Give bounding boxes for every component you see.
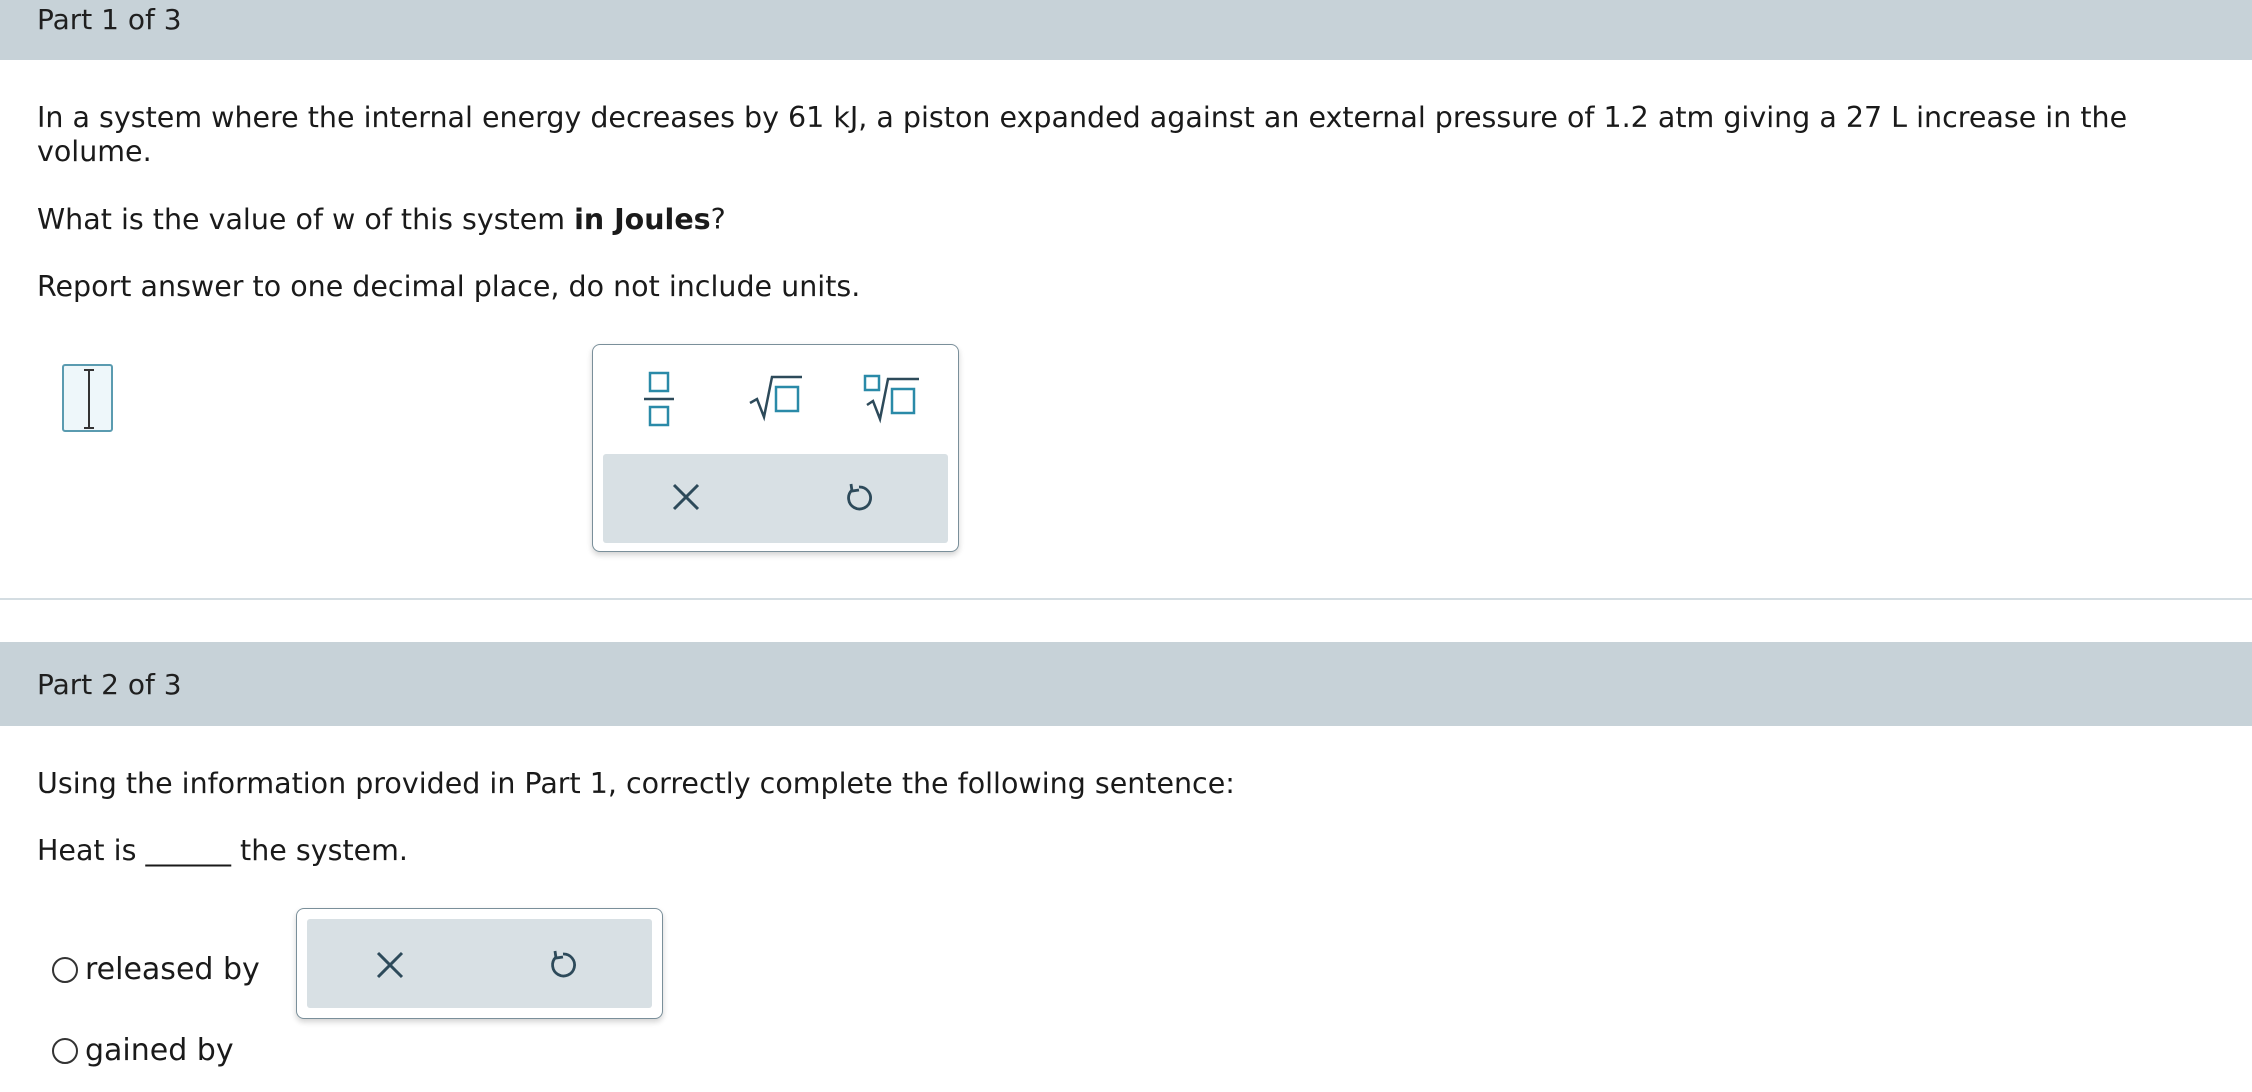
part-1-title: Part 1 of 3	[37, 3, 182, 36]
answer-tool-palette	[296, 908, 663, 1019]
sentence-suffix: the system.	[231, 834, 408, 867]
undo-button[interactable]	[843, 482, 875, 514]
part-2-title: Part 2 of 3	[37, 668, 182, 701]
square-root-button[interactable]	[748, 373, 804, 423]
section-divider	[0, 598, 2252, 600]
question-ask-prefix: What is the value of w of this system	[37, 203, 575, 236]
part-2-header: Part 2 of 3	[0, 642, 2252, 726]
answer-input[interactable]	[62, 364, 113, 432]
action-bar	[603, 454, 948, 543]
fraction-button[interactable]	[639, 371, 679, 429]
clear-button[interactable]	[671, 482, 701, 512]
undo-icon	[847, 483, 872, 511]
fill-in-sentence: Heat is ______ the system.	[37, 834, 408, 868]
undo-icon	[551, 950, 576, 978]
question-ask-suffix: ?	[710, 203, 726, 236]
nth-root-icon	[863, 374, 919, 424]
fraction-icon	[644, 371, 674, 427]
question-ask: What is the value of w of this system in…	[37, 203, 726, 237]
question-text-line-1: In a system where the internal energy de…	[37, 101, 2128, 134]
action-bar	[307, 919, 652, 1008]
math-tool-palette	[592, 344, 959, 552]
question-text-line-2: volume.	[37, 135, 152, 168]
part-2-prompt: Using the information provided in Part 1…	[37, 767, 1235, 800]
option-label: gained by	[85, 1033, 234, 1068]
nth-root-button[interactable]	[861, 373, 923, 425]
clear-icon	[376, 951, 404, 979]
text-cursor-icon	[84, 369, 94, 429]
clear-icon	[672, 483, 700, 511]
clear-button[interactable]	[375, 950, 405, 980]
undo-button[interactable]	[547, 949, 579, 981]
question-ask-units: in Joules	[574, 203, 711, 236]
square-root-icon	[749, 375, 802, 422]
part-1-header: Part 1 of 3	[0, 0, 2252, 60]
radio-button[interactable]	[52, 957, 78, 983]
instruction-text: Report answer to one decimal place, do n…	[37, 270, 861, 303]
sentence-blank: ______	[145, 834, 232, 867]
radio-button[interactable]	[52, 1038, 78, 1064]
sentence-prefix: Heat is	[37, 834, 146, 867]
option-label: released by	[85, 952, 260, 987]
